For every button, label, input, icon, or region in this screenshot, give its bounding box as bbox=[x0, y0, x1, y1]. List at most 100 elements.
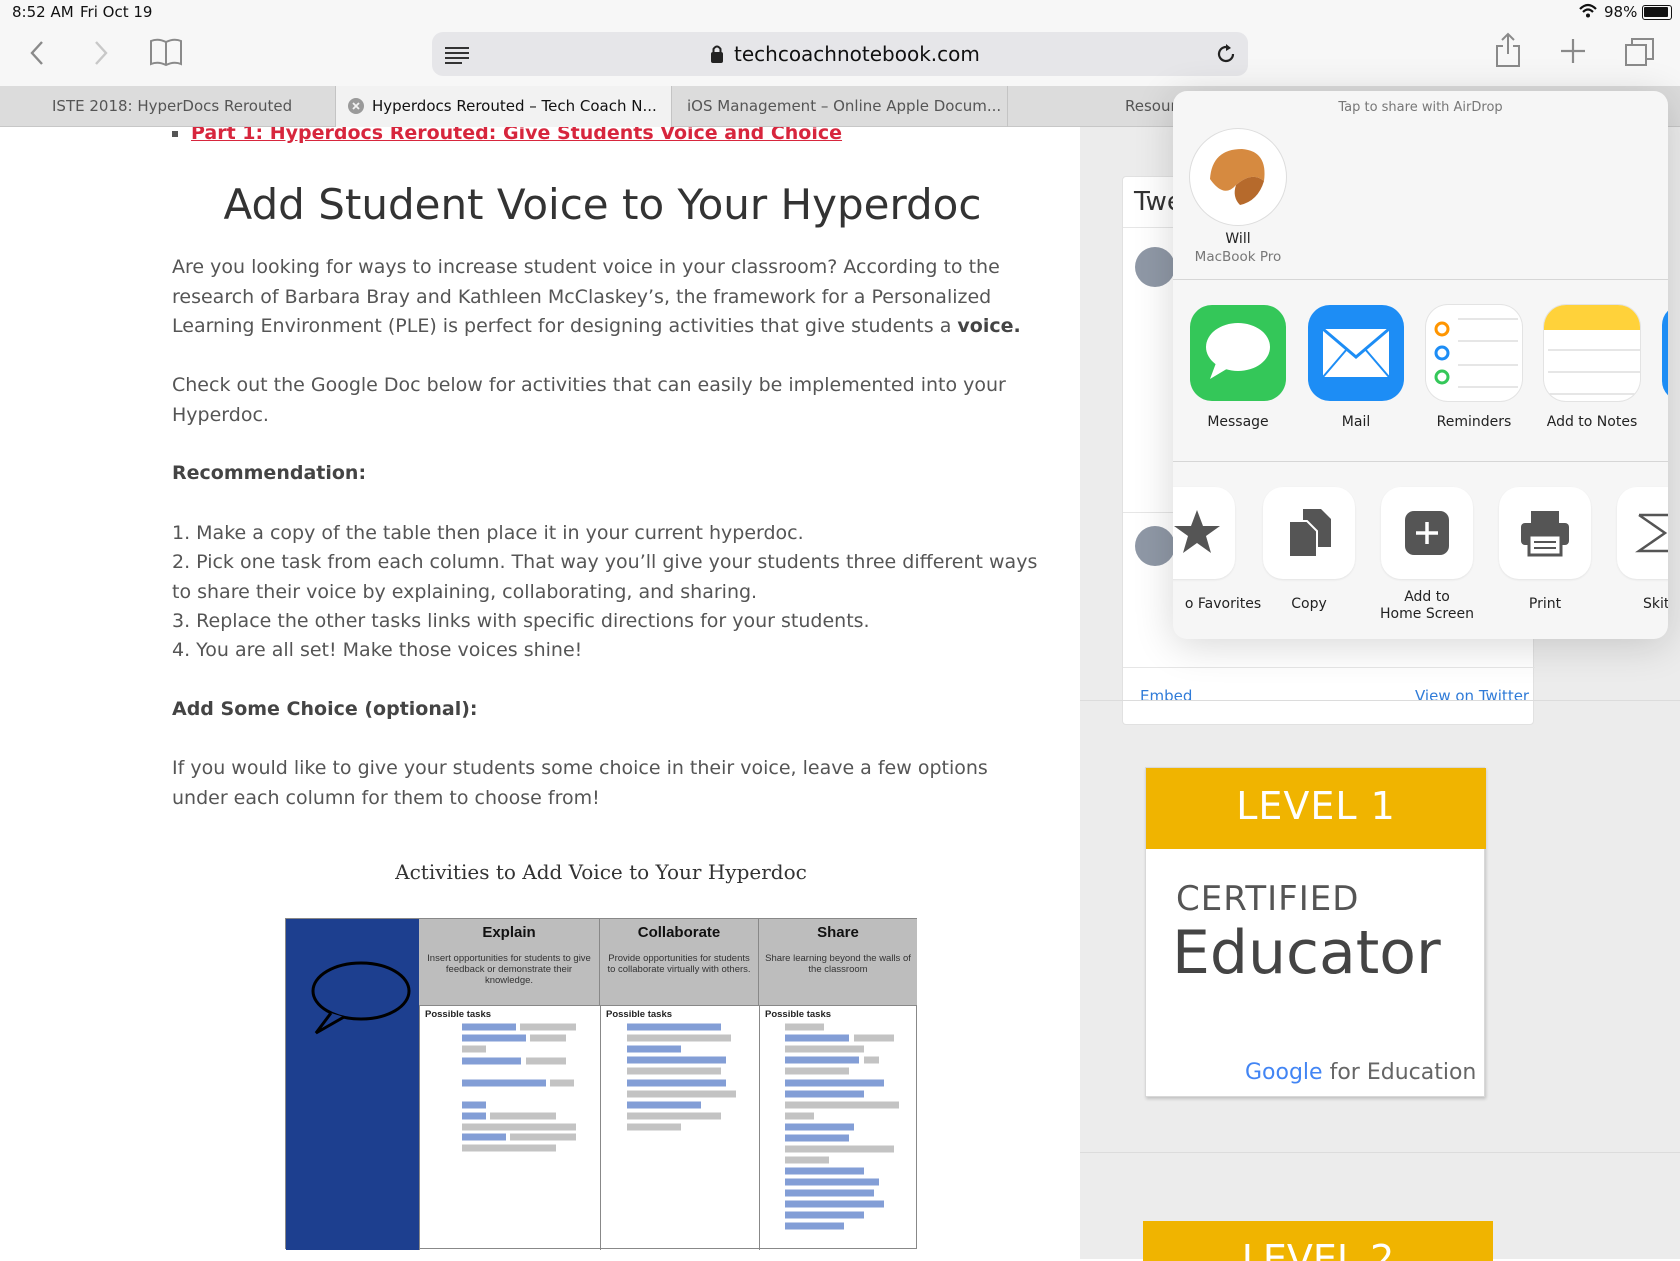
notes-icon bbox=[1544, 305, 1640, 330]
possible-tasks-label: Possible tasks bbox=[765, 1009, 832, 1020]
table-blue-cell bbox=[286, 919, 419, 1250]
battery-icon bbox=[1642, 5, 1672, 20]
airdrop-device[interactable] bbox=[1190, 129, 1286, 225]
possible-tasks-label: Possible tasks bbox=[425, 1009, 492, 1020]
browser-toolbar: techcoachnotebook.com bbox=[0, 26, 1680, 86]
divider bbox=[1080, 1152, 1680, 1153]
tab-label: iOS Management – Online Apple Docum... bbox=[687, 97, 1002, 115]
reminders-app[interactable] bbox=[1426, 305, 1522, 401]
embed-link[interactable]: Embed bbox=[1140, 687, 1192, 705]
tab-ios-management[interactable]: iOS Management – Online Apple Docum... bbox=[672, 86, 1008, 127]
new-tab-icon[interactable] bbox=[1558, 36, 1588, 70]
view-on-twitter-link[interactable]: View on Twitter bbox=[1415, 687, 1529, 705]
article-content: Part 1: Hyperdocs Rerouted: Give Student… bbox=[0, 127, 1080, 1259]
add-to-favorites-action[interactable] bbox=[1173, 487, 1235, 579]
mail-label: Mail bbox=[1341, 414, 1371, 430]
more-app-partial[interactable] bbox=[1662, 305, 1668, 401]
message-label: Message bbox=[1207, 414, 1269, 430]
step-2: 2. Pick one task from each column. That … bbox=[172, 551, 1038, 603]
notes-label: Add to Notes bbox=[1546, 414, 1638, 430]
col-desc: Share learning beyond the walls of the c… bbox=[765, 953, 911, 975]
message-icon bbox=[1204, 321, 1272, 387]
status-time: 8:52 AM bbox=[12, 3, 74, 21]
airdrop-hint: Tap to share with AirDrop bbox=[1338, 100, 1503, 115]
possible-tasks-label: Possible tasks bbox=[606, 1009, 673, 1020]
divider bbox=[1080, 700, 1680, 701]
back-icon[interactable] bbox=[26, 38, 48, 72]
url-text: techcoachnotebook.com bbox=[734, 42, 980, 66]
tab-label: ISTE 2018: HyperDocs Rerouted bbox=[52, 97, 293, 115]
battery-percent: 98% bbox=[1604, 3, 1638, 21]
notes-app[interactable] bbox=[1544, 305, 1640, 401]
reminders-label: Reminders bbox=[1436, 414, 1512, 430]
choice-paragraph: If you would like to give your students … bbox=[172, 757, 988, 809]
wifi-icon bbox=[1578, 1, 1598, 25]
speech-bubble-icon bbox=[306, 959, 416, 1043]
divider bbox=[600, 1005, 601, 1250]
bookmarks-icon[interactable] bbox=[148, 36, 184, 72]
divider bbox=[1173, 279, 1668, 280]
col-desc: Provide opportunities for students to co… bbox=[607, 953, 751, 975]
col-title: Collaborate bbox=[637, 924, 721, 941]
bullet bbox=[172, 131, 178, 137]
badge-banner: LEVEL 1 bbox=[1146, 768, 1486, 849]
col-title: Share bbox=[817, 924, 859, 941]
intro-paragraph: Are you looking for ways to increase stu… bbox=[172, 256, 1021, 337]
table-header-explain: Explain Insert opportunities for student… bbox=[419, 919, 600, 1005]
share-task-lines bbox=[784, 1023, 914, 1249]
level1-badge[interactable]: LEVEL 1 CERTIFIED Educator Google for Ed… bbox=[1145, 767, 1486, 1097]
share-icon[interactable] bbox=[1494, 32, 1522, 72]
message-app[interactable] bbox=[1190, 305, 1286, 401]
copy-action[interactable] bbox=[1263, 487, 1355, 579]
divider bbox=[1173, 461, 1668, 462]
page-title: Add Student Voice to Your Hyperdoc bbox=[223, 180, 982, 229]
airdrop-device-type: MacBook Pro bbox=[1194, 249, 1282, 265]
fortune-cookie-icon bbox=[1202, 141, 1274, 217]
forward-icon[interactable] bbox=[90, 38, 112, 72]
reload-icon[interactable] bbox=[1214, 42, 1238, 70]
tabs-icon[interactable] bbox=[1624, 36, 1656, 72]
avatar[interactable] bbox=[1135, 526, 1175, 566]
mail-icon bbox=[1321, 327, 1391, 383]
add-to-home-screen-action[interactable] bbox=[1381, 487, 1473, 579]
copy-icon bbox=[1287, 507, 1333, 563]
tab-label: Hyperdocs Rerouted – Tech Coach N... bbox=[372, 97, 657, 115]
divider bbox=[1123, 667, 1535, 668]
tab-hyperdocs-rerouted[interactable]: Hyperdocs Rerouted – Tech Coach N... bbox=[336, 86, 672, 127]
activities-table[interactable]: Explain Insert opportunities for student… bbox=[285, 918, 917, 1250]
lock-icon bbox=[710, 44, 724, 68]
reminders-icon bbox=[1434, 317, 1518, 393]
badge-educator: Educator bbox=[1172, 918, 1441, 988]
copy-label: Copy bbox=[1291, 596, 1327, 612]
plus-square-icon bbox=[1404, 510, 1450, 560]
google-for-education-logo: Google for Education bbox=[1245, 1060, 1477, 1085]
col-desc: Insert opportunities for students to giv… bbox=[427, 953, 591, 986]
divider bbox=[419, 1005, 420, 1250]
step-3: 3. Replace the other tasks links with sp… bbox=[172, 610, 870, 632]
step-1: 1. Make a copy of the table then place i… bbox=[172, 522, 804, 544]
level2-badge[interactable]: LEVEL 2 bbox=[1143, 1221, 1493, 1261]
tab-iste-2018[interactable]: ISTE 2018: HyperDocs Rerouted bbox=[0, 86, 336, 127]
table-header-share: Share Share learning beyond the walls of… bbox=[759, 919, 917, 1005]
doc-title: Activities to Add Voice to Your Hyperdoc bbox=[395, 860, 807, 884]
avatar[interactable] bbox=[1135, 247, 1175, 287]
print-label: Print bbox=[1528, 596, 1562, 612]
close-tab-icon[interactable] bbox=[348, 98, 364, 114]
tab-label: Resour bbox=[1125, 97, 1177, 115]
badge-level: LEVEL 2 bbox=[1241, 1237, 1395, 1261]
skitch-action[interactable] bbox=[1617, 487, 1668, 579]
step-4: 4. You are all set! Make those voices sh… bbox=[172, 639, 583, 661]
google-doc-paragraph: Check out the Google Doc below for activ… bbox=[172, 374, 1006, 426]
status-date: Fri Oct 19 bbox=[80, 3, 153, 21]
address-bar[interactable]: techcoachnotebook.com bbox=[432, 32, 1248, 76]
airdrop-device-name: Will bbox=[1225, 231, 1251, 247]
part1-link[interactable]: Part 1: Hyperdocs Rerouted: Give Student… bbox=[191, 127, 842, 144]
divider bbox=[419, 1005, 917, 1006]
badge-certified: CERTIFIED bbox=[1176, 879, 1360, 919]
collaborate-task-lines bbox=[626, 1023, 756, 1137]
col-title: Explain bbox=[482, 924, 536, 941]
print-action[interactable] bbox=[1499, 487, 1591, 579]
home-screen-label-1: Add to bbox=[1404, 589, 1450, 605]
reader-icon[interactable] bbox=[444, 45, 470, 69]
mail-app[interactable] bbox=[1308, 305, 1404, 401]
